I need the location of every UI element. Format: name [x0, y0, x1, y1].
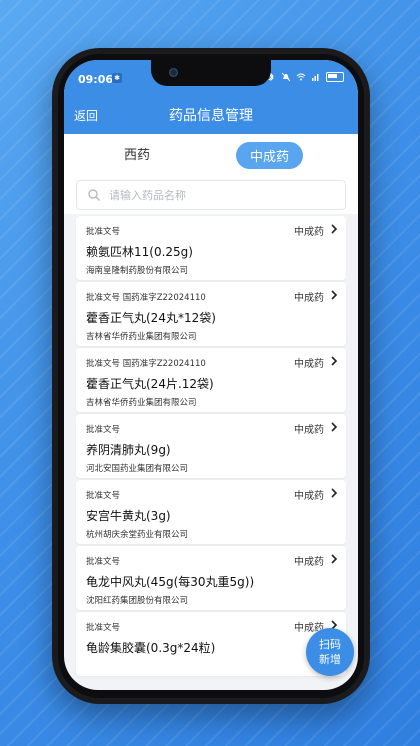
- medicine-type: 中成药: [294, 491, 324, 502]
- chevron-right-icon: [331, 356, 338, 366]
- chevron-right-icon: [331, 554, 338, 564]
- notification-badge-icon: ✱: [112, 73, 122, 83]
- approval-number: 批准文号: [86, 425, 121, 435]
- search-input[interactable]: [107, 185, 311, 205]
- add-label: 新增: [319, 653, 341, 666]
- wifi-icon: [296, 73, 306, 81]
- list-item[interactable]: 批准文号 中成药 养阴清肺丸(9g) 河北安国药业集团有限公司: [76, 414, 346, 478]
- medicine-name: 藿香正气丸(24丸*12袋): [86, 311, 216, 325]
- manufacturer: 吉林省华侨药业集团有限公司: [86, 332, 197, 342]
- app-bar: 返回 药品信息管理: [64, 94, 358, 134]
- chevron-right-icon: [331, 224, 338, 234]
- medicine-type: 中成药: [294, 293, 324, 304]
- approval-number: 批准文号 国药准字Z22024110: [86, 359, 206, 369]
- list-item[interactable]: 批准文号 中成药 龟龄集胶囊(0.3g*24粒): [76, 612, 346, 676]
- medicine-name: 藿香正气丸(24片.12袋): [86, 377, 214, 391]
- manufacturer: 杭州胡庆余堂药业有限公司: [86, 530, 189, 540]
- medicine-name: 龟龙中风丸(45g(每30丸重5g)): [86, 575, 255, 589]
- tab-western-medicine[interactable]: 西药: [124, 144, 150, 163]
- chevron-right-icon: [331, 290, 338, 300]
- manufacturer: 海南皇隆制药股份有限公司: [86, 266, 189, 276]
- approval-number: 批准文号: [86, 557, 121, 567]
- tab-chinese-patent-medicine[interactable]: 中成药: [236, 142, 304, 169]
- chevron-right-icon: [331, 422, 338, 432]
- list-item[interactable]: 批准文号 中成药 龟龙中风丸(45g(每30丸重5g)) 沈阳红药集团股份有限公…: [76, 546, 346, 610]
- approval-number: 批准文号 国药准字Z22024110: [86, 293, 206, 303]
- medicine-name: 赖氨匹林11(0.25g): [86, 245, 193, 259]
- search-box: [76, 180, 346, 210]
- list-item[interactable]: 批准文号 中成药 安宫牛黄丸(3g) 杭州胡庆余堂药业有限公司: [76, 480, 346, 544]
- approval-number: 批准文号: [86, 227, 121, 237]
- medicine-type: 中成药: [294, 227, 324, 238]
- medicine-name: 安宫牛黄丸(3g): [86, 509, 171, 523]
- category-tabs: 西药 中成药: [64, 134, 358, 174]
- medicine-type: 中成药: [294, 425, 324, 436]
- scan-label: 扫码: [319, 638, 341, 651]
- phone-mockup: 09:06 ✱ 返回 药品信息管理 西药 中成药 请输入药品名称 批准文号 中成…: [52, 48, 370, 704]
- medicine-type: 中成药: [294, 557, 324, 568]
- medicine-name: 养阴清肺丸(9g): [86, 443, 171, 457]
- search-bar: [64, 174, 358, 214]
- notch: [151, 60, 271, 86]
- approval-number: 批准文号: [86, 491, 121, 501]
- mute-icon: [281, 72, 291, 82]
- manufacturer: 沈阳红药集团股份有限公司: [86, 596, 189, 606]
- manufacturer: 河北安国药业集团有限公司: [86, 464, 189, 474]
- list-item[interactable]: 批准文号 中成药 赖氨匹林11(0.25g) 海南皇隆制药股份有限公司: [76, 216, 346, 280]
- status-icons: [266, 72, 344, 82]
- list-item[interactable]: 批准文号 国药准字Z22024110 中成药 藿香正气丸(24丸*12袋) 吉林…: [76, 282, 346, 346]
- camera-icon: [169, 68, 178, 77]
- phone-screen: 09:06 ✱ 返回 药品信息管理 西药 中成药 请输入药品名称 批准文号 中成…: [64, 60, 358, 690]
- signal-icon: [312, 74, 319, 81]
- chevron-right-icon: [331, 488, 338, 498]
- list-item[interactable]: 批准文号 国药准字Z22024110 中成药 藿香正气丸(24片.12袋) 吉林…: [76, 348, 346, 412]
- battery-icon: [326, 72, 344, 82]
- search-icon: [88, 189, 100, 201]
- status-time: 09:06: [78, 73, 114, 86]
- scan-add-button[interactable]: 扫码 新增: [306, 628, 354, 676]
- scan-add-label: 扫码 新增: [319, 637, 341, 667]
- manufacturer: 吉林省华侨药业集团有限公司: [86, 398, 197, 408]
- medicine-type: 中成药: [294, 359, 324, 370]
- page-title: 药品信息管理: [169, 108, 253, 124]
- medicine-name: 龟龄集胶囊(0.3g*24粒): [86, 641, 216, 655]
- approval-number: 批准文号: [86, 623, 121, 633]
